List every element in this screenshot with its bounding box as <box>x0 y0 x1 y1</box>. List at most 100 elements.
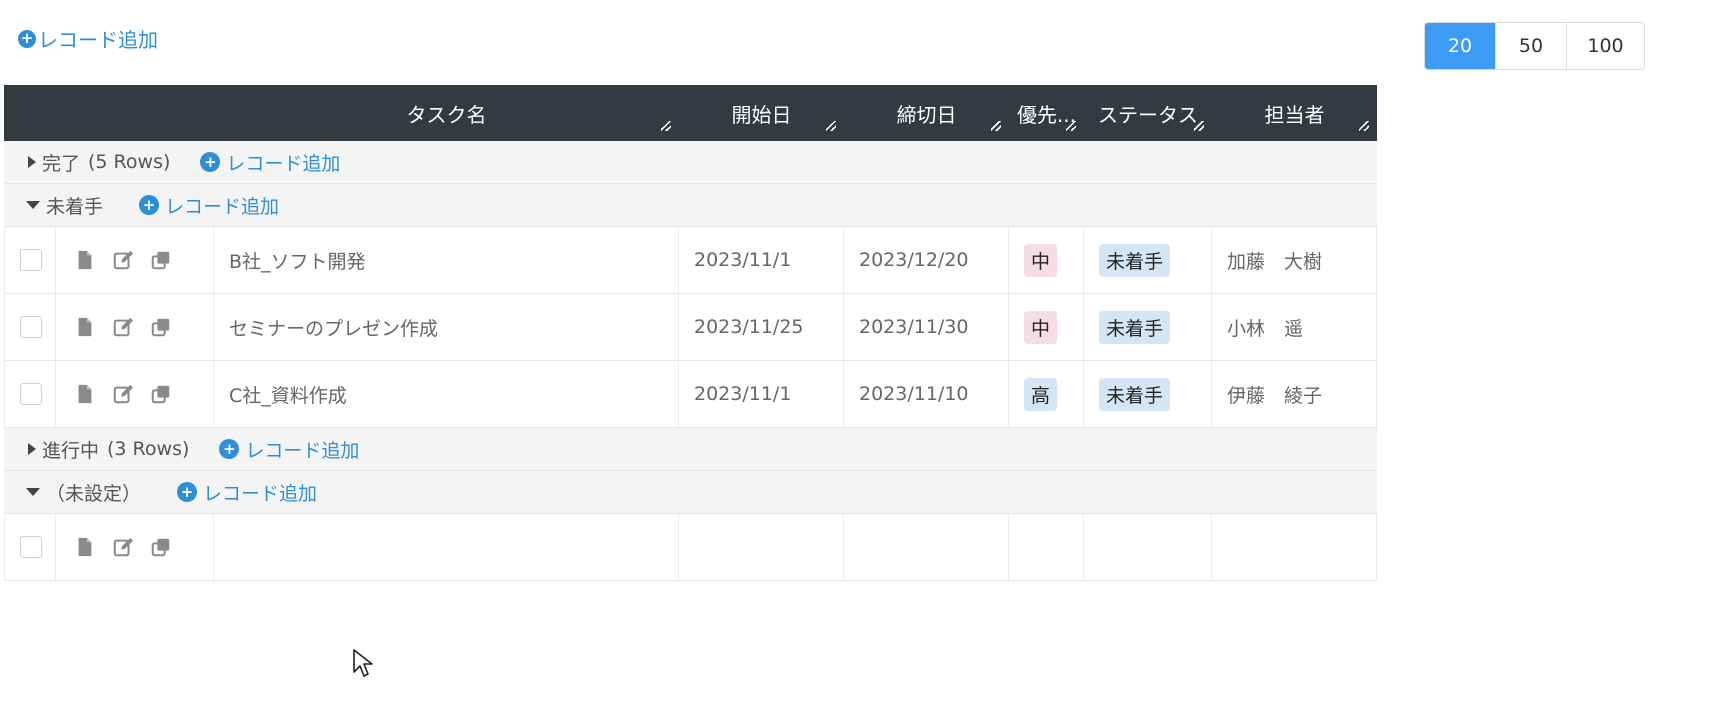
resize-handle-icon[interactable] <box>826 121 836 131</box>
priority-cell[interactable]: 中 <box>1009 227 1084 293</box>
edit-icon[interactable] <box>112 316 134 338</box>
row-select-cell <box>4 227 56 293</box>
copy-icon[interactable] <box>150 249 172 271</box>
status-cell[interactable]: 未着手 <box>1084 227 1212 293</box>
assignee-cell[interactable]: 伊藤 綾子 <box>1212 361 1377 427</box>
due-date-cell[interactable]: 2023/12/20 <box>844 227 1009 293</box>
edit-icon[interactable] <box>112 536 134 558</box>
file-icon[interactable] <box>74 536 96 558</box>
table-row[interactable]: C社_資料作成 2023/11/1 2023/11/10 高 未着手 伊藤 綾子 <box>4 361 1377 428</box>
row-checkbox[interactable] <box>20 383 42 405</box>
start-date-cell[interactable]: 2023/11/1 <box>679 227 844 293</box>
task-name-cell[interactable]: B社_ソフト開発 <box>214 227 679 293</box>
row-select-cell <box>4 361 56 427</box>
header-label: 締切日 <box>896 102 957 127</box>
group-row-in-progress: 進行中 (3 Rows) + レコード追加 <box>4 428 1377 471</box>
group-add-record-button[interactable]: + レコード追加 <box>219 436 359 463</box>
row-checkbox[interactable] <box>20 249 42 271</box>
group-label[interactable]: 進行中 <box>42 436 99 463</box>
group-count: (3 Rows) <box>107 438 190 460</box>
status-cell[interactable]: 未着手 <box>1084 294 1212 360</box>
assignee-cell[interactable]: 小林 遥 <box>1212 294 1377 360</box>
add-record-label: レコード追加 <box>38 28 158 52</box>
caret-down-icon[interactable] <box>26 201 40 209</box>
group-label[interactable]: 完了 <box>42 149 80 176</box>
grid-header: タスク名 開始日 締切日 優先... ステータス 担当者 <box>4 85 1377 141</box>
header-label: ステータス <box>1098 102 1198 127</box>
resize-handle-icon[interactable] <box>661 121 671 131</box>
add-record-label: レコード追加 <box>203 482 318 505</box>
start-date-cell[interactable] <box>679 514 844 580</box>
group-add-record-button[interactable]: + レコード追加 <box>177 479 317 506</box>
table-row[interactable]: セミナーのプレゼン作成 2023/11/25 2023/11/30 中 未着手 … <box>4 294 1377 361</box>
priority-cell[interactable]: 高 <box>1009 361 1084 427</box>
row-checkbox[interactable] <box>20 316 42 338</box>
priority-cell[interactable] <box>1009 514 1084 580</box>
start-date-cell[interactable]: 2023/11/1 <box>679 361 844 427</box>
resize-handle-icon[interactable] <box>1066 121 1076 131</box>
resize-handle-icon[interactable] <box>1359 121 1369 131</box>
resize-handle-icon[interactable] <box>1194 121 1204 131</box>
edit-icon[interactable] <box>112 249 134 271</box>
copy-icon[interactable] <box>150 316 172 338</box>
group-label[interactable]: 未着手 <box>46 192 103 219</box>
status-cell[interactable]: 未着手 <box>1084 361 1212 427</box>
group-count: (5 Rows) <box>88 151 171 173</box>
group-row-done: 完了 (5 Rows) + レコード追加 <box>4 141 1377 184</box>
table-row[interactable]: B社_ソフト開発 2023/11/1 2023/12/20 中 未着手 加藤 大… <box>4 227 1377 294</box>
header-priority[interactable]: 優先... <box>1009 85 1084 141</box>
plus-circle-icon: + <box>219 439 240 459</box>
priority-badge: 中 <box>1024 243 1058 277</box>
group-add-record-button[interactable]: + レコード追加 <box>200 149 340 176</box>
header-assignee[interactable]: 担当者 <box>1212 85 1377 141</box>
add-record-label: レコード追加 <box>245 439 360 462</box>
row-actions-cell <box>56 361 214 427</box>
copy-icon[interactable] <box>150 383 172 405</box>
group-row-unset: （未設定） + レコード追加 <box>4 471 1377 514</box>
page-size-selector: 20 50 100 <box>1424 22 1645 70</box>
add-record-button-top[interactable]: + レコード追加 <box>18 24 158 53</box>
group-label[interactable]: （未設定） <box>46 479 141 506</box>
page-size-50[interactable]: 50 <box>1495 23 1566 69</box>
status-cell[interactable] <box>1084 514 1212 580</box>
row-select-cell <box>4 514 56 580</box>
file-icon[interactable] <box>74 316 96 338</box>
file-icon[interactable] <box>74 249 96 271</box>
caret-down-icon[interactable] <box>26 488 40 496</box>
page-size-100[interactable]: 100 <box>1566 23 1644 69</box>
row-actions-cell <box>56 227 214 293</box>
due-date-cell[interactable]: 2023/11/30 <box>844 294 1009 360</box>
group-row-not-started: 未着手 + レコード追加 <box>4 184 1377 227</box>
header-status[interactable]: ステータス <box>1084 85 1212 141</box>
header-start-date[interactable]: 開始日 <box>679 85 844 141</box>
caret-right-icon[interactable] <box>28 156 36 168</box>
copy-icon[interactable] <box>150 536 172 558</box>
group-add-record-button[interactable]: + レコード追加 <box>139 192 279 219</box>
resize-handle-icon[interactable] <box>991 121 1001 131</box>
add-record-label: レコード追加 <box>226 152 341 175</box>
task-name-cell[interactable]: セミナーのプレゼン作成 <box>214 294 679 360</box>
caret-right-icon[interactable] <box>28 443 36 455</box>
plus-circle-icon: + <box>139 195 160 215</box>
row-checkbox[interactable] <box>20 536 42 558</box>
due-date-cell[interactable] <box>844 514 1009 580</box>
task-name-cell[interactable]: C社_資料作成 <box>214 361 679 427</box>
row-select-cell <box>4 294 56 360</box>
header-task-name[interactable]: タスク名 <box>214 85 679 141</box>
priority-cell[interactable]: 中 <box>1009 294 1084 360</box>
header-due-date[interactable]: 締切日 <box>844 85 1009 141</box>
edit-icon[interactable] <box>112 383 134 405</box>
task-name-cell[interactable] <box>214 514 679 580</box>
file-icon[interactable] <box>74 383 96 405</box>
priority-badge: 中 <box>1024 310 1058 344</box>
assignee-cell[interactable]: 加藤 大樹 <box>1212 227 1377 293</box>
empty-table-row[interactable] <box>4 514 1377 581</box>
start-date-cell[interactable]: 2023/11/25 <box>679 294 844 360</box>
due-date-cell[interactable]: 2023/11/10 <box>844 361 1009 427</box>
row-actions-cell <box>56 294 214 360</box>
plus-circle-icon: + <box>177 482 198 502</box>
plus-circle-icon: + <box>200 152 221 172</box>
page-size-20[interactable]: 20 <box>1425 23 1495 69</box>
header-label: タスク名 <box>406 102 487 127</box>
assignee-cell[interactable] <box>1212 514 1377 580</box>
